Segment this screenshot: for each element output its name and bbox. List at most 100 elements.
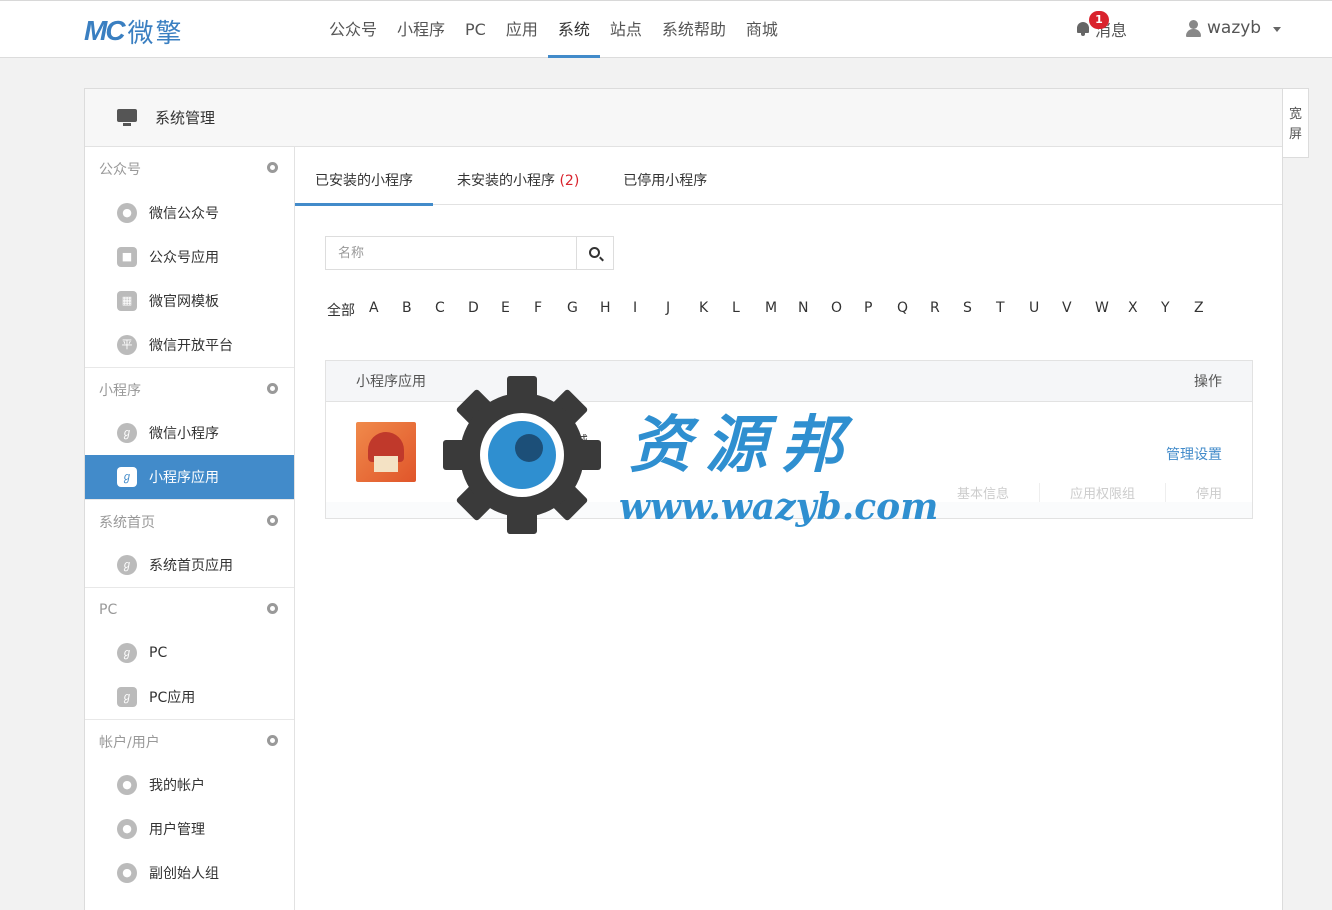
alpha-filter-letter[interactable]: K <box>699 300 732 320</box>
bell-icon <box>1075 21 1091 37</box>
nav-item-mini-program[interactable]: 小程序 <box>387 1 455 58</box>
user-icon: ● <box>117 775 137 795</box>
template-icon: ▦ <box>117 291 137 311</box>
alpha-filter-letter[interactable]: T <box>996 300 1029 320</box>
monitor-icon <box>117 108 137 127</box>
nav-item-system[interactable]: 系统 <box>547 1 600 58</box>
sidebar-item-system-home-apps[interactable]: ℊ 系统首页应用 <box>85 543 294 587</box>
alpha-filter-letter[interactable]: J <box>666 300 699 320</box>
alpha-filter-letter[interactable]: M <box>765 300 798 320</box>
alpha-filter-letter[interactable]: G <box>567 300 600 320</box>
alpha-filter-letter[interactable]: L <box>732 300 765 320</box>
alpha-filter-all[interactable]: 全部 <box>327 300 369 320</box>
pc-app-icon: ℊ <box>117 687 137 707</box>
sidebar-group-mini-program: 小程序 <box>85 367 294 411</box>
app-thumbnail <box>356 422 416 482</box>
permission-group-link[interactable]: 应用权限组 <box>1038 482 1165 502</box>
sidebar: 公众号 ● 微信公众号 ■ 公众号应用 ▦ 微官网模板 平 微信开放平台 小程序… <box>85 147 295 910</box>
search-bar <box>325 236 614 270</box>
sidebar-item-label: 小程序应用 <box>149 470 219 486</box>
table-header: 小程序应用 操作 <box>326 361 1252 402</box>
sidebar-item-vice-founder-group[interactable]: ● 副创始人组 <box>85 851 294 895</box>
sidebar-item-label: 公众号应用 <box>149 250 219 266</box>
tab-disabled[interactable]: 已停用小程序 <box>603 147 727 205</box>
alpha-filter-letter[interactable]: X <box>1128 300 1161 320</box>
panel-header: 系统管理 <box>85 89 1282 147</box>
alpha-filter-letter[interactable]: Y <box>1161 300 1194 320</box>
sidebar-item-account-apps[interactable]: ■ 公众号应用 <box>85 235 294 279</box>
alpha-filter-letter[interactable]: N <box>798 300 831 320</box>
table-footer <box>326 502 1252 518</box>
alpha-filter-letter[interactable]: D <box>468 300 501 320</box>
nav-item-site[interactable]: 站点 <box>600 1 652 58</box>
alpha-filter-letter[interactable]: R <box>930 300 963 320</box>
alpha-filter-letter[interactable]: W <box>1095 300 1128 320</box>
app-name: 夫...小...序商城 <box>498 434 588 449</box>
manage-settings-link[interactable]: 管理设置 <box>1166 444 1222 464</box>
search-input[interactable] <box>325 236 576 270</box>
nav-item-pc[interactable]: PC <box>455 1 496 58</box>
gear-icon[interactable] <box>267 603 278 614</box>
sidebar-item-open-platform[interactable]: 平 微信开放平台 <box>85 323 294 367</box>
mini-program-icon: ℊ <box>117 423 137 443</box>
sidebar-group-title: 小程序 <box>99 382 141 399</box>
logo-text: 微擎 <box>127 18 184 49</box>
user-menu[interactable]: wazyb <box>1186 18 1282 38</box>
alpha-filter-letter[interactable]: C <box>435 300 468 320</box>
row-sub-actions: 基本信息 应用权限组 停用 <box>326 482 1252 502</box>
basic-info-link[interactable]: 基本信息 <box>927 483 1039 502</box>
gear-icon[interactable] <box>267 735 278 746</box>
alpha-filter-letter[interactable]: H <box>600 300 633 320</box>
alpha-filter-letter[interactable]: O <box>831 300 864 320</box>
sidebar-item-wechat-account[interactable]: ● 微信公众号 <box>85 191 294 235</box>
sidebar-item-my-account[interactable]: ● 我的帐户 <box>85 763 294 807</box>
alpha-filter-letter[interactable]: P <box>864 300 897 320</box>
brand-logo[interactable]: MC 微擎 <box>84 15 184 49</box>
alpha-filter-letter[interactable]: S <box>963 300 996 320</box>
alphabet-filter: 全部 A B C D E F G H I J K L M N O P Q R S… <box>327 300 1227 320</box>
sidebar-item-pc[interactable]: ℊ PC <box>85 631 294 675</box>
nav-item-official-account[interactable]: 公众号 <box>319 1 387 58</box>
nav-item-system-help[interactable]: 系统帮助 <box>652 1 736 58</box>
alpha-filter-letter[interactable]: E <box>501 300 534 320</box>
alpha-filter-letter[interactable]: I <box>633 300 666 320</box>
sidebar-item-pc-apps[interactable]: ℊ PC应用 <box>85 675 294 719</box>
wechat-icon: ● <box>117 203 137 223</box>
sidebar-group-official-account: 公众号 <box>85 147 294 191</box>
gear-icon[interactable] <box>267 383 278 394</box>
sidebar-group-title: PC <box>99 601 118 618</box>
gear-icon[interactable] <box>267 162 278 173</box>
alpha-filter-letter[interactable]: Z <box>1194 300 1227 320</box>
disable-link[interactable]: 停用 <box>1164 482 1222 502</box>
alpha-filter-letter[interactable]: U <box>1029 300 1062 320</box>
alpha-filter-letter[interactable]: V <box>1062 300 1095 320</box>
sidebar-group-title: 公众号 <box>99 162 141 178</box>
top-navbar: MC 微擎 公众号 小程序 PC 应用 系统 站点 系统帮助 商城 消息 1 w… <box>0 0 1332 58</box>
sidebar-item-label: 微信小程序 <box>149 426 219 442</box>
widescreen-toggle[interactable]: 宽屏 <box>1283 88 1309 158</box>
alpha-filter-letter[interactable]: B <box>402 300 435 320</box>
pc-icon: ℊ <box>117 643 137 663</box>
sidebar-item-mini-program-apps[interactable]: ℊ 小程序应用 <box>85 455 294 499</box>
tab-label: 已安装的小程序 <box>315 173 413 189</box>
gear-icon[interactable] <box>267 515 278 526</box>
alpha-filter-letter[interactable]: F <box>534 300 567 320</box>
tab-not-installed[interactable]: 未安装的小程序 (2) <box>437 147 599 205</box>
logo-mark: MC <box>84 15 126 46</box>
sidebar-item-label: 用户管理 <box>149 822 205 838</box>
nav-item-apps[interactable]: 应用 <box>496 1 548 58</box>
home-app-icon: ℊ <box>117 555 137 575</box>
sidebar-item-label: 微信开放平台 <box>149 338 233 354</box>
tab-installed[interactable]: 已安装的小程序 <box>295 147 433 206</box>
platform-icon: 平 <box>117 335 137 355</box>
alpha-filter-letter[interactable]: A <box>369 300 402 320</box>
sidebar-group-system-home: 系统首页 <box>85 499 294 543</box>
system-management-panel: 系统管理 公众号 ● 微信公众号 ■ 公众号应用 ▦ 微官网模板 平 微信开放平… <box>84 88 1283 910</box>
sidebar-item-user-management[interactable]: ● 用户管理 <box>85 807 294 851</box>
mini-program-bag-icon: ℊ <box>117 467 137 487</box>
alpha-filter-letter[interactable]: Q <box>897 300 930 320</box>
nav-item-store[interactable]: 商城 <box>736 1 788 58</box>
sidebar-item-site-templates[interactable]: ▦ 微官网模板 <box>85 279 294 323</box>
search-button[interactable] <box>576 236 614 270</box>
sidebar-item-wechat-mini-program[interactable]: ℊ 微信小程序 <box>85 411 294 455</box>
